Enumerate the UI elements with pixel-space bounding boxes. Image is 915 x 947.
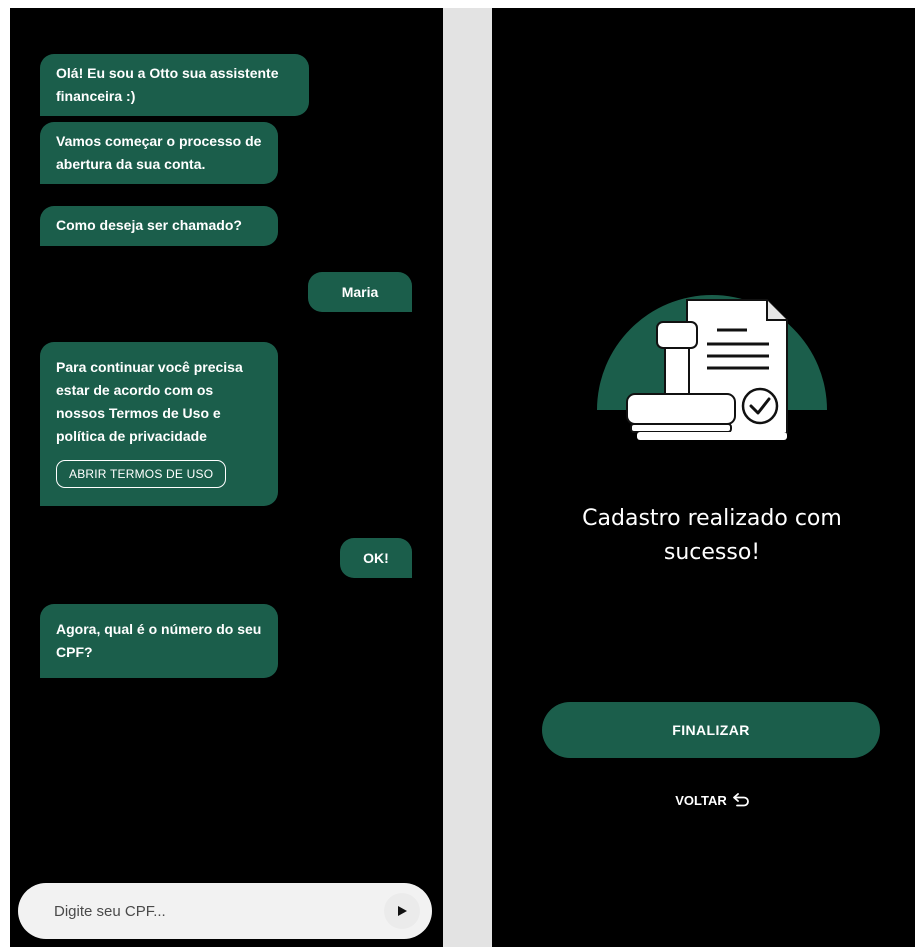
- bot-message: Para continuar você precisa estar de aco…: [40, 342, 278, 506]
- bot-message-text: Para continuar você precisa estar de aco…: [56, 359, 243, 444]
- screen-divider: [443, 8, 492, 947]
- user-message: Maria: [308, 272, 412, 312]
- bot-message: Como deseja ser chamado?: [40, 206, 278, 246]
- illustration: [597, 248, 827, 448]
- success-screen: Cadastro realizado com sucesso! FINALIZA…: [492, 8, 915, 947]
- bot-message-text: Vamos começar o processo de abertura da …: [56, 133, 262, 172]
- finish-button[interactable]: FINALIZAR: [542, 702, 880, 758]
- play-triangle-icon: [398, 906, 407, 916]
- back-label: VOLTAR: [675, 792, 727, 808]
- chat-screen: Olá! Eu sou a Otto sua assistente financ…: [10, 8, 443, 947]
- bot-message: Vamos começar o processo de abertura da …: [40, 122, 278, 184]
- cpf-input[interactable]: [52, 901, 384, 921]
- send-button[interactable]: [384, 893, 420, 929]
- user-message: OK!: [340, 538, 412, 578]
- open-terms-button[interactable]: ABRIR TERMOS DE USO: [56, 460, 227, 488]
- bot-message-text: Agora, qual é o número do seu CPF?: [56, 621, 262, 660]
- screens-mockup: Olá! Eu sou a Otto sua assistente financ…: [0, 0, 915, 947]
- document-stamp-check-icon: [597, 295, 827, 440]
- bot-message: Olá! Eu sou a Otto sua assistente financ…: [40, 54, 309, 116]
- chat-input-bar: [18, 883, 432, 939]
- bot-message-text: Como deseja ser chamado?: [56, 217, 242, 233]
- back-button[interactable]: VOLTAR: [632, 788, 792, 812]
- return-arrow-icon: [732, 793, 749, 807]
- user-message-text: Maria: [341, 283, 379, 300]
- bot-message: Agora, qual é o número do seu CPF?: [40, 604, 278, 678]
- bot-message-text: Olá! Eu sou a Otto sua assistente financ…: [56, 65, 279, 104]
- success-title: Cadastro realizado com sucesso!: [582, 506, 842, 565]
- user-message-text: OK!: [363, 549, 389, 566]
